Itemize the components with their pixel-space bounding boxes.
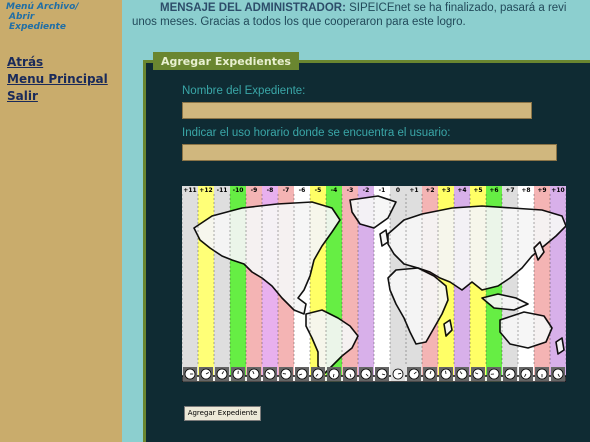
timezone-map[interactable]: +11 +12 -11 -10 -9 -8 -7 -6 -5 -4 -3 -2 -1 0 +1 +2 +3 +4 +…	[182, 186, 566, 382]
timezone-band[interactable]	[182, 186, 199, 382]
timezone-offset-label: +1	[409, 187, 418, 194]
clock-icon	[359, 367, 373, 381]
timezone-offset-label: -3	[347, 187, 354, 194]
timezone-offset-label: +9	[537, 187, 546, 194]
sidebar-nav: Atrás Menu Principal Salir	[7, 54, 108, 105]
clock-icon	[343, 367, 357, 381]
timezone-offset-label: -10	[233, 187, 244, 194]
clock-icon	[247, 367, 261, 381]
admin-message-line1: SIPEICEnet se ha finalizado, pasará a re…	[349, 2, 567, 14]
clock-icon	[391, 367, 405, 381]
timezone-offset-label: +2	[425, 187, 434, 194]
timezone-offset-label: +3	[441, 187, 450, 194]
clock-icon	[183, 367, 197, 381]
clock-icon	[503, 367, 517, 381]
clock-icon	[519, 367, 533, 381]
timezone-map-svg[interactable]: +11 +12 -11 -10 -9 -8 -7 -6 -5 -4 -3 -2 -1 0 +1 +2 +3 +4 +…	[182, 186, 566, 382]
back-link[interactable]: Atrás	[7, 54, 108, 71]
clock-icon	[263, 367, 277, 381]
timezone-offset-label: -6	[299, 187, 306, 194]
main-menu-link[interactable]: Menu Principal	[7, 71, 108, 88]
sidebar: Menú Archivo/ Abrir Expediente Atrás Men…	[0, 0, 122, 442]
add-expediente-button[interactable]: Agregar Expediente	[184, 406, 261, 421]
clock-icon	[423, 367, 437, 381]
clock-icon	[407, 367, 421, 381]
timezone-label: Indicar el uso horario donde se encuentr…	[182, 127, 451, 139]
timezone-offset-label: -1	[379, 187, 386, 194]
timezone-offset-label: +5	[473, 187, 482, 194]
clock-icon	[535, 367, 549, 381]
timezone-field[interactable]	[182, 144, 557, 161]
clock-icon	[327, 367, 341, 381]
clock-icon	[471, 367, 485, 381]
breadcrumb-menu-archivo: Menú Archivo/	[6, 2, 79, 12]
expediente-name-field[interactable]	[182, 102, 532, 119]
timezone-offset-label: -9	[251, 187, 258, 194]
clock-icon	[311, 367, 325, 381]
tab-agregar-expedientes[interactable]: Agregar Expedientes	[153, 52, 299, 70]
breadcrumb-expediente: Expediente	[9, 22, 66, 32]
timezone-offset-label: +10	[551, 187, 564, 194]
admin-message-heading: MENSAJE DEL ADMINISTRADOR:	[160, 2, 346, 14]
admin-message: MENSAJE DEL ADMINISTRADOR: SIPEICEnet se…	[122, 0, 590, 40]
clock-icon	[439, 367, 453, 381]
timezone-offset-label: -11	[217, 187, 228, 194]
timezone-offset-label: -5	[315, 187, 322, 194]
timezone-offset-label: +11	[183, 187, 196, 194]
timezone-offset-label: +8	[521, 187, 530, 194]
breadcrumb-abrir: Abrir	[9, 12, 35, 22]
breadcrumb: Menú Archivo/ Abrir Expediente	[6, 2, 79, 32]
timezone-offset-label: +12	[199, 187, 212, 194]
admin-message-line2: unos meses. Gracias a todos los que coop…	[132, 16, 466, 28]
timezone-offset-label: -8	[267, 187, 274, 194]
timezone-offset-label: +7	[505, 187, 514, 194]
timezone-offset-label: -4	[331, 187, 338, 194]
clock-icon	[231, 367, 245, 381]
clock-icon	[199, 367, 213, 381]
exit-link[interactable]: Salir	[7, 88, 108, 105]
clock-icon	[295, 367, 309, 381]
clock-icon	[375, 367, 389, 381]
timezone-offset-label: +4	[457, 187, 466, 194]
clock-icon	[487, 367, 501, 381]
timezone-offset-label: -2	[363, 187, 370, 194]
timezone-offset-label: 0	[396, 187, 400, 194]
clock-icon	[215, 367, 229, 381]
clock-icon	[551, 367, 565, 381]
timezone-offset-label: -7	[283, 187, 290, 194]
expediente-name-label: Nombre del Expediente:	[182, 85, 306, 97]
clock-icon	[279, 367, 293, 381]
timezone-offset-label: +6	[489, 187, 498, 194]
clock-icon	[455, 367, 469, 381]
